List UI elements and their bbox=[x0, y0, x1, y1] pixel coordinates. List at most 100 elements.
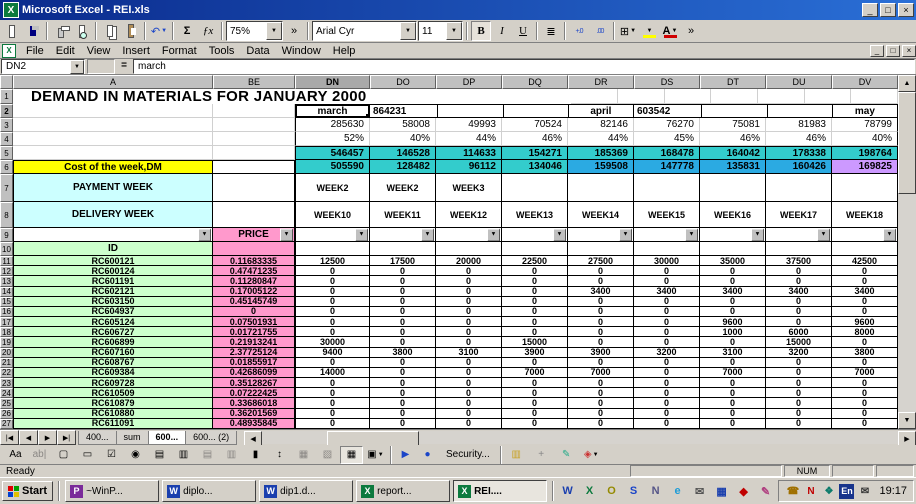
sheet-cell[interactable] bbox=[213, 146, 295, 160]
combo-box-icon[interactable]: ▥ bbox=[172, 446, 195, 464]
demand-value-cell[interactable]: 9600 bbox=[700, 317, 766, 327]
sheet-cell[interactable]: 285630 bbox=[295, 118, 370, 132]
sheet-cell[interactable] bbox=[213, 160, 295, 174]
sheet-cell[interactable]: 82146 bbox=[568, 118, 634, 132]
decrease-decimal-button[interactable]: .00 bbox=[590, 21, 610, 41]
checkbox-icon[interactable]: ☑ bbox=[100, 446, 123, 464]
task-button-diplo-[interactable]: Wdiplo... bbox=[162, 480, 256, 502]
material-id-cell[interactable]: RC601191 bbox=[13, 276, 213, 286]
filter-dropdown-price[interactable]: ▼ bbox=[280, 228, 293, 241]
price-cell[interactable]: 0.17005122 bbox=[213, 287, 295, 297]
demand-value-cell[interactable]: 0 bbox=[700, 337, 766, 347]
demand-value-cell[interactable]: 0 bbox=[700, 266, 766, 276]
font-color-button[interactable]: A▼ bbox=[660, 21, 680, 41]
demand-value-cell[interactable]: 3100 bbox=[436, 348, 502, 358]
sheet-cell[interactable] bbox=[13, 146, 213, 160]
sheet-cell[interactable]: 46% bbox=[766, 132, 832, 146]
sheet-cell[interactable] bbox=[13, 132, 213, 146]
demand-value-cell[interactable]: 0 bbox=[568, 297, 634, 307]
material-id-cell[interactable]: RC600121 bbox=[13, 256, 213, 266]
sheet-cell[interactable]: 159508 bbox=[568, 160, 634, 174]
sheet-cell[interactable] bbox=[295, 242, 370, 256]
scroll-down-button[interactable]: ▼ bbox=[898, 412, 916, 429]
demand-value-cell[interactable]: 0 bbox=[568, 409, 634, 419]
demand-value-cell[interactable]: 0 bbox=[568, 378, 634, 388]
demand-value-cell[interactable]: 0 bbox=[634, 317, 700, 327]
menu-insert[interactable]: Insert bbox=[116, 45, 156, 57]
run-macro-button[interactable]: ▶ bbox=[395, 447, 416, 463]
s-app-quick-icon[interactable]: S bbox=[625, 483, 642, 500]
demand-value-cell[interactable]: 0 bbox=[436, 297, 502, 307]
price-cell[interactable]: 0.45145749 bbox=[213, 297, 295, 307]
sheet-cell[interactable] bbox=[502, 242, 568, 256]
demand-value-cell[interactable]: 0 bbox=[568, 327, 634, 337]
design-mode-icon[interactable]: ✎ bbox=[555, 446, 578, 464]
filter-dropdown-week[interactable]: ▼ bbox=[355, 228, 368, 241]
filter-dropdown-week[interactable]: ▼ bbox=[883, 228, 896, 241]
demand-value-cell[interactable]: 0 bbox=[634, 337, 700, 347]
undo-button[interactable]: ↶▼ bbox=[149, 21, 169, 41]
menu-edit[interactable]: Edit bbox=[50, 45, 81, 57]
start-button[interactable]: Start bbox=[2, 481, 53, 501]
sheet-cell[interactable] bbox=[213, 202, 295, 228]
column-header-dq[interactable]: DQ bbox=[502, 75, 568, 89]
sheet-cell[interactable] bbox=[711, 89, 758, 104]
sheet-cell[interactable] bbox=[213, 104, 295, 118]
task-button-report-[interactable]: Xreport... bbox=[356, 480, 450, 502]
record-macro-button[interactable]: ● bbox=[417, 447, 438, 463]
sheet-cell[interactable] bbox=[665, 89, 712, 104]
demand-value-cell[interactable]: 17500 bbox=[370, 256, 436, 266]
demand-value-cell[interactable]: 0 bbox=[370, 388, 436, 398]
sheet-cell[interactable] bbox=[568, 242, 634, 256]
sheet-cell[interactable]: ▼ bbox=[370, 228, 436, 242]
select-all-corner[interactable] bbox=[0, 75, 13, 89]
demand-value-cell[interactable]: 0 bbox=[766, 388, 832, 398]
sheet-cell[interactable]: 76270 bbox=[634, 118, 700, 132]
demand-value-cell[interactable]: 0 bbox=[502, 419, 568, 429]
row-header-5[interactable]: 5 bbox=[0, 146, 13, 160]
italic-button[interactable]: I bbox=[492, 21, 512, 41]
demand-value-cell[interactable]: 0 bbox=[700, 419, 766, 429]
demand-value-cell[interactable]: 0 bbox=[436, 419, 502, 429]
print-button[interactable] bbox=[51, 21, 71, 41]
price-cell[interactable]: 0.07222425 bbox=[213, 388, 295, 398]
demand-value-cell[interactable]: 0 bbox=[634, 276, 700, 286]
demand-value-cell[interactable]: 0 bbox=[634, 419, 700, 429]
demand-value-cell[interactable]: 3400 bbox=[832, 287, 898, 297]
row-header-10[interactable]: 10 bbox=[0, 242, 13, 256]
demand-value-cell[interactable]: 0 bbox=[700, 398, 766, 408]
button-icon[interactable]: ▭ bbox=[76, 446, 99, 464]
demand-value-cell[interactable]: 0 bbox=[634, 327, 700, 337]
demand-value-cell[interactable]: 0 bbox=[700, 276, 766, 286]
sheet-cell[interactable] bbox=[766, 174, 832, 202]
demand-value-cell[interactable]: 3400 bbox=[634, 287, 700, 297]
demand-value-cell[interactable]: 0 bbox=[436, 368, 502, 378]
demand-value-cell[interactable]: 0 bbox=[370, 419, 436, 429]
row-header-22[interactable]: 22 bbox=[0, 368, 13, 378]
sheet-cell[interactable]: 52% bbox=[295, 132, 370, 146]
title-bar[interactable]: X Microsoft Excel - REI.xls _ □ × bbox=[0, 0, 916, 20]
sheet-cell[interactable]: 49993 bbox=[436, 118, 502, 132]
demand-value-cell[interactable]: 0 bbox=[832, 276, 898, 286]
horizontal-scroll-track[interactable] bbox=[419, 431, 898, 444]
list-box-icon[interactable]: ▤ bbox=[148, 446, 171, 464]
demand-value-cell[interactable]: 0 bbox=[568, 419, 634, 429]
demand-value-cell[interactable]: 35000 bbox=[700, 256, 766, 266]
sheet-cell[interactable]: WEEK16 bbox=[700, 202, 766, 228]
sheet-cell[interactable]: 78799 bbox=[832, 118, 898, 132]
demand-value-cell[interactable]: 0 bbox=[295, 358, 370, 368]
filter-dropdown-week[interactable]: ▼ bbox=[421, 228, 434, 241]
spinner-icon[interactable]: ↕ bbox=[268, 446, 291, 464]
option-button-icon[interactable]: ◉ bbox=[124, 446, 147, 464]
row-header-24[interactable]: 24 bbox=[0, 388, 13, 398]
sheet-cell[interactable] bbox=[368, 89, 450, 104]
sheet-cell[interactable]: 96112 bbox=[436, 160, 502, 174]
demand-value-cell[interactable]: 0 bbox=[766, 307, 832, 317]
sheet-cell[interactable]: 44% bbox=[568, 132, 634, 146]
demand-value-cell[interactable]: 0 bbox=[295, 276, 370, 286]
demand-value-cell[interactable]: 20000 bbox=[436, 256, 502, 266]
row-header-18[interactable]: 18 bbox=[0, 327, 13, 337]
filter-dropdown-week[interactable]: ▼ bbox=[619, 228, 632, 241]
demand-value-cell[interactable]: 0 bbox=[502, 327, 568, 337]
demand-value-cell[interactable]: 0 bbox=[832, 266, 898, 276]
